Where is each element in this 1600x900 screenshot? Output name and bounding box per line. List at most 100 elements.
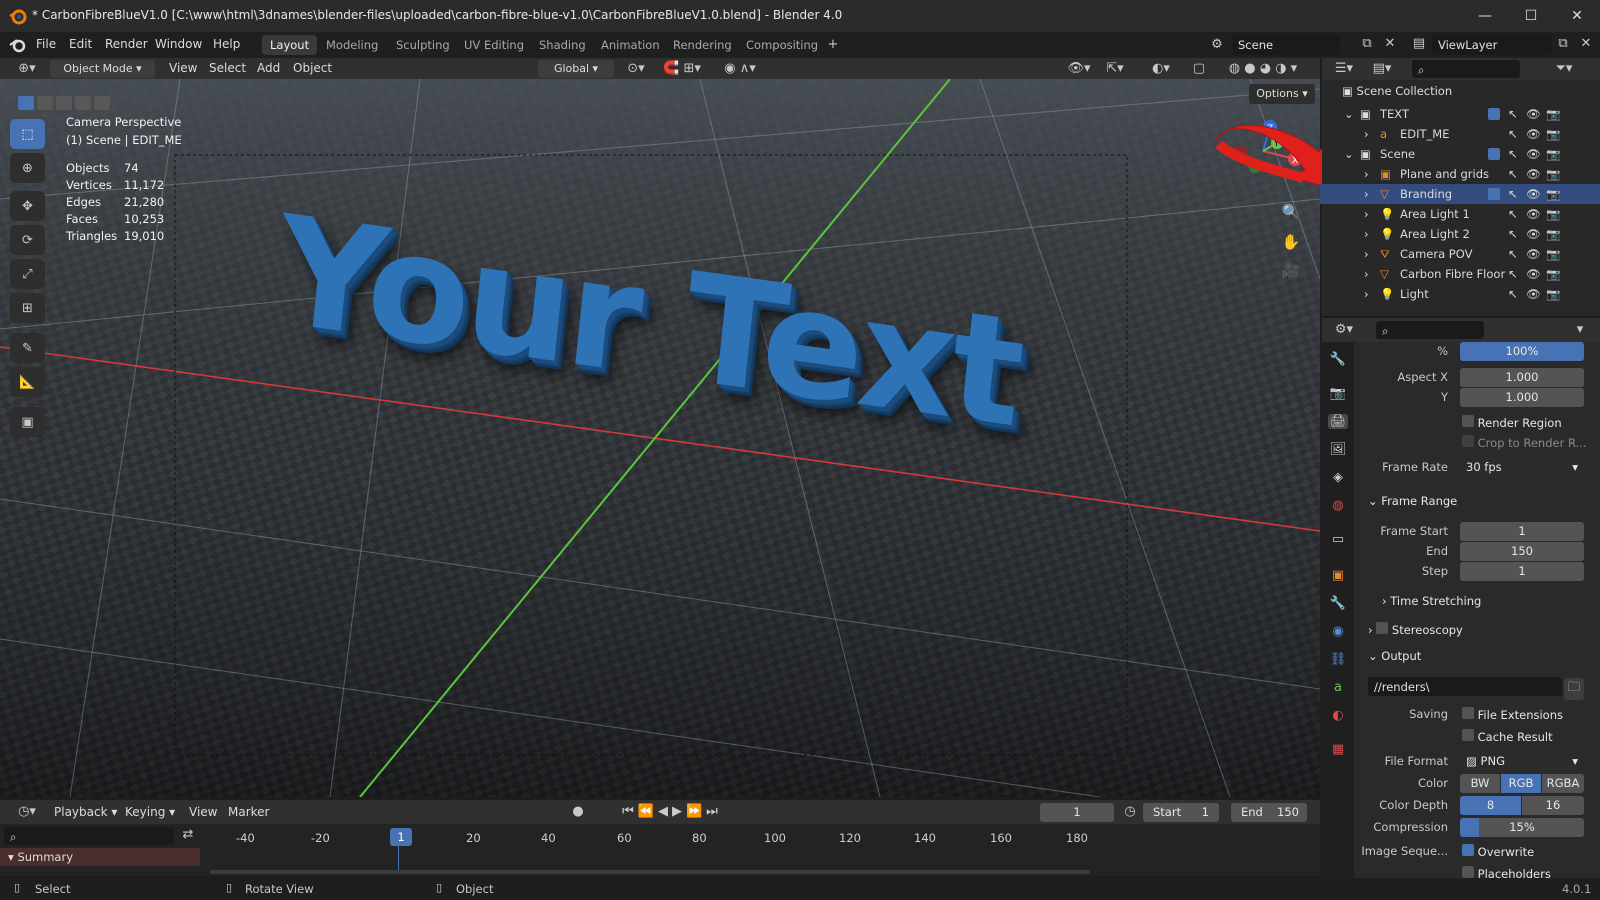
disclosure-triangle-icon[interactable]: ⌄	[1344, 147, 1354, 161]
material-tab-icon[interactable]: ◐	[1328, 708, 1348, 723]
timeline-menu-view[interactable]: View	[189, 805, 217, 819]
frame-rate-dropdown[interactable]: 30 fps ▾	[1460, 458, 1584, 477]
render-camera-icon[interactable]: 📷	[1546, 107, 1560, 121]
viewport-menu-select[interactable]: Select	[209, 61, 246, 75]
current-frame-field[interactable]: 1	[1040, 803, 1114, 822]
new-scene-icon[interactable]: ⧉	[1358, 36, 1376, 51]
overwrite-checkbox[interactable]: Overwrite	[1462, 844, 1534, 859]
eye-icon[interactable]: 👁	[1526, 167, 1541, 181]
eye-icon[interactable]: 👁	[1526, 207, 1541, 221]
disclosure-triangle-icon[interactable]: ›	[1364, 227, 1369, 241]
tab-uv-editing[interactable]: UV Editing	[456, 35, 532, 55]
rotate-tool-icon[interactable]: ⟳	[10, 225, 45, 255]
color-rgba-button[interactable]: RGBA	[1542, 774, 1584, 793]
disclosure-triangle-icon[interactable]: ›	[1364, 247, 1369, 261]
gizmo-icon[interactable]: ⇱▾	[1100, 61, 1130, 76]
eye-icon[interactable]: 👁	[1526, 287, 1541, 301]
render-camera-icon[interactable]: 📷	[1546, 247, 1560, 261]
render-camera-icon[interactable]: 📷	[1546, 267, 1560, 281]
exclude-checkbox[interactable]	[1488, 108, 1500, 120]
selectable-icon[interactable]: ↖	[1508, 287, 1518, 301]
select-box-tool-icon[interactable]: ⬚	[10, 119, 45, 149]
tab-sculpting[interactable]: Sculpting	[388, 35, 458, 55]
selectable-icon[interactable]: ↖	[1508, 107, 1518, 121]
render-camera-icon[interactable]: 📷	[1546, 207, 1560, 221]
render-camera-icon[interactable]: 📷	[1546, 187, 1560, 201]
timeline-menu-playback[interactable]: Playback ▾	[54, 805, 117, 819]
summary-channel[interactable]: ▾ Summary	[0, 848, 200, 866]
resolution-percent-field[interactable]: 100%	[1460, 342, 1584, 361]
file-format-dropdown[interactable]: ▨ PNG ▾	[1460, 752, 1584, 771]
cache-result-checkbox[interactable]: Cache Result	[1462, 729, 1553, 744]
color-rgb-button[interactable]: RGB	[1501, 774, 1541, 793]
disclosure-triangle-icon[interactable]: ›	[1364, 167, 1369, 181]
depth-16-button[interactable]: 16	[1522, 796, 1584, 815]
selectable-icon[interactable]: ↖	[1508, 147, 1518, 161]
cursor-tool-icon[interactable]: ⊕	[10, 153, 45, 183]
depth-8-button[interactable]: 8	[1460, 796, 1521, 815]
render-camera-icon[interactable]: 📷	[1546, 147, 1560, 161]
pivot-icon[interactable]: ⊙▾	[622, 61, 650, 76]
output-panel-header[interactable]: ⌄ Output	[1368, 649, 1421, 663]
frame-step-field[interactable]: 1	[1460, 562, 1584, 581]
output-tab-icon[interactable]: 🖨	[1328, 414, 1348, 429]
outliner-editor-type-icon[interactable]: ☰▾	[1330, 61, 1358, 76]
exclude-checkbox[interactable]	[1488, 148, 1500, 160]
scene-collection-row[interactable]: ▣ Scene Collection	[1342, 84, 1452, 98]
outliner-row-carbon-fibre-floor[interactable]: › ▽ Carbon Fibre Floor ↖ 👁 📷	[1320, 264, 1600, 284]
display-mode-icon[interactable]: ▤▾	[1368, 61, 1396, 76]
scene-browse-icon[interactable]: ⚙	[1206, 37, 1228, 52]
camera-view-icon[interactable]: 🎥	[1280, 261, 1302, 279]
folder-icon[interactable]: 🗀	[1564, 678, 1584, 700]
proportional-edit-icon[interactable]: ◉ ∧▾	[715, 61, 765, 76]
physics-tab-icon[interactable]: ◉	[1328, 624, 1348, 639]
properties-editor-type-icon[interactable]: ⚙▾	[1330, 322, 1358, 337]
render-camera-icon[interactable]: 📷	[1546, 227, 1560, 241]
scene-field[interactable]: Scene	[1232, 35, 1340, 55]
viewport-menu-view[interactable]: View	[169, 61, 197, 75]
minimize-button[interactable]: —	[1462, 0, 1508, 32]
disclosure-triangle-icon[interactable]: ›	[1364, 187, 1369, 201]
compression-slider[interactable]: 15%	[1460, 818, 1584, 837]
modifier-tab-icon[interactable]: 🔧	[1328, 596, 1348, 611]
delete-viewlayer-icon[interactable]: ✕	[1577, 36, 1595, 51]
render-camera-icon[interactable]: 📷	[1546, 167, 1560, 181]
selectable-icon[interactable]: ↖	[1508, 227, 1518, 241]
select-extend-icon[interactable]	[37, 96, 53, 110]
visibility-icon[interactable]: 👁▾	[1064, 61, 1094, 76]
outliner-row-text[interactable]: ⌄ ▣ TEXT ↖ 👁 📷	[1320, 104, 1600, 124]
selectable-icon[interactable]: ↖	[1508, 247, 1518, 261]
transform-tool-icon[interactable]: ⊞	[10, 293, 45, 323]
disclosure-triangle-icon[interactable]: ›	[1364, 127, 1369, 141]
tab-compositing[interactable]: Compositing	[738, 35, 826, 55]
file-extensions-checkbox[interactable]: File Extensions	[1462, 707, 1563, 722]
aspect-y-field[interactable]: 1.000	[1460, 388, 1584, 407]
scale-tool-icon[interactable]: ⤢	[10, 259, 45, 289]
stereoscopy-panel-header[interactable]: › Stereoscopy	[1368, 622, 1463, 637]
menu-file[interactable]: File	[36, 37, 56, 51]
timeline-area[interactable]: ⌕ ⇄ ▾ Summary	[0, 824, 1320, 876]
properties-options-icon[interactable]: ▾	[1572, 322, 1588, 337]
outliner-row-area-light-1[interactable]: › 💡 Area Light 1 ↖ 👁 📷	[1320, 204, 1600, 224]
texture-tab-icon[interactable]: ▦	[1328, 742, 1348, 757]
add-cube-tool-icon[interactable]: ▣	[10, 407, 45, 437]
selectable-icon[interactable]: ↖	[1508, 267, 1518, 281]
render-camera-icon[interactable]: 📷	[1546, 287, 1560, 301]
3d-viewport[interactable]: Your Text ⬚ ⊕ ✥ ⟳ ⤢ ⊞ ✎ 📐 ▣ Camera Persp…	[0, 79, 1320, 797]
viewlayer-browse-icon[interactable]: ▤	[1408, 36, 1430, 51]
viewport-menu-object[interactable]: Object	[293, 61, 332, 75]
select-new-icon[interactable]	[18, 96, 34, 110]
frame-end-field[interactable]: 150	[1460, 542, 1584, 561]
blender-menu-icon[interactable]	[9, 37, 27, 53]
object-tab-icon[interactable]: ▣	[1328, 568, 1348, 583]
tool-tab-icon[interactable]: 🔧	[1328, 352, 1348, 367]
render-region-checkbox[interactable]: Render Region	[1462, 415, 1562, 430]
timeline-scrollbar[interactable]	[210, 870, 1090, 874]
select-subtract-icon[interactable]	[56, 96, 72, 110]
outliner-row-branding[interactable]: › ▽ Branding ↖ 👁 📷	[1320, 184, 1600, 204]
frame-range-panel-header[interactable]: ⌄ Frame Range	[1368, 494, 1457, 508]
playback-controls-icon[interactable]: ⏮⏪◀▶⏩⏭	[612, 804, 732, 819]
filter-icon[interactable]: ⏷▾	[1550, 61, 1578, 76]
viewport-menu-add[interactable]: Add	[257, 61, 280, 75]
clock-icon[interactable]: ◷	[1122, 804, 1138, 819]
